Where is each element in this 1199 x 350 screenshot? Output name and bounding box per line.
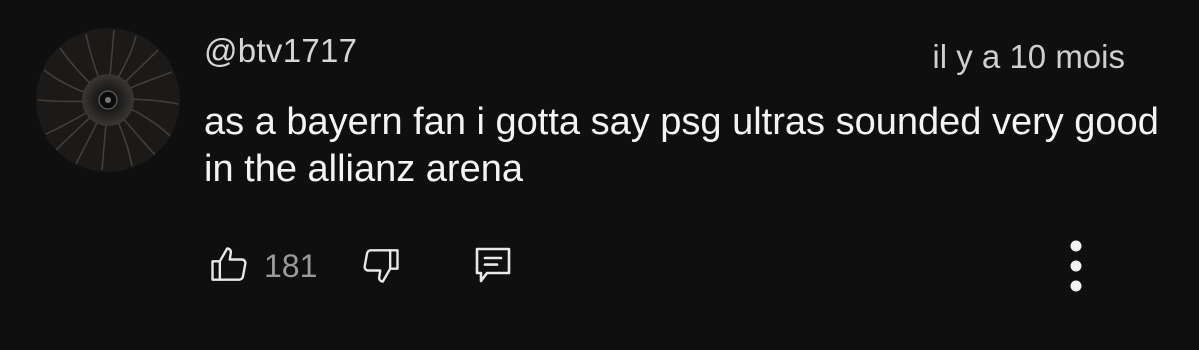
reply-button[interactable] [468, 240, 518, 290]
avatar[interactable] [36, 28, 180, 172]
dislike-button[interactable] [356, 240, 406, 290]
thumbs-up-icon [211, 247, 247, 281]
more-options-button[interactable] [1050, 236, 1102, 296]
comment-actions: 181 [204, 240, 1104, 290]
thumbs-down-icon [363, 249, 399, 283]
comment-text: as a bayern fan i gotta say psg ultras s… [204, 101, 1159, 190]
comment-card: @btv1717 il y a 10 mois as a bayern fan … [0, 0, 1199, 350]
like-count: 181 [264, 248, 318, 284]
more-vertical-icon [1070, 240, 1082, 292]
comment-timestamp[interactable]: il y a 10 mois [932, 38, 1125, 76]
comment-author[interactable]: @btv1717 [204, 32, 357, 70]
comment-icon [475, 247, 511, 283]
like-button[interactable] [204, 240, 254, 290]
turbine-avatar-icon [36, 28, 180, 172]
